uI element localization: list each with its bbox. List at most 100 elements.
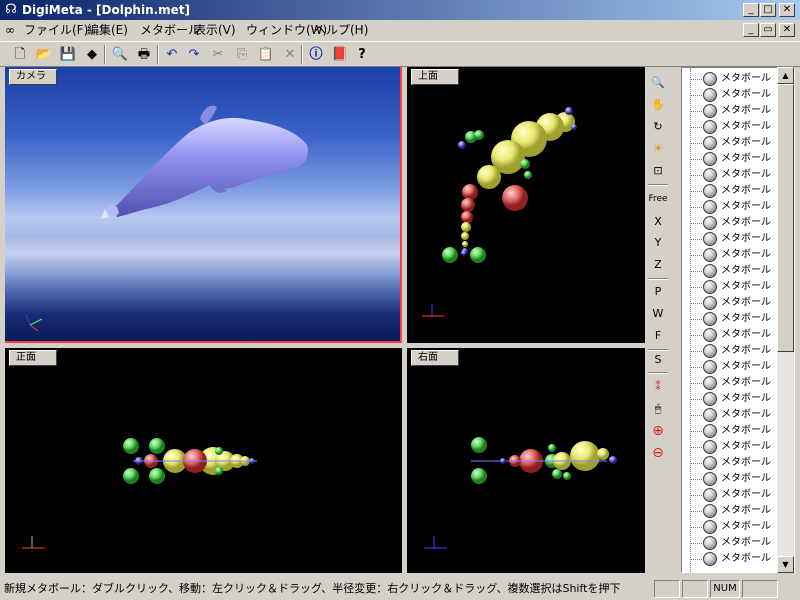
fit-view-icon[interactable]: ⊡ — [648, 161, 668, 181]
menu-view[interactable]: 表示(V) — [194, 23, 236, 38]
save-icon[interactable]: 💾 — [58, 45, 78, 64]
tree-item[interactable]: メタボール — [690, 503, 780, 519]
rotate-icon[interactable]: ↻ — [648, 117, 668, 137]
remove-icon[interactable]: ⊖ — [648, 443, 668, 463]
f-button[interactable]: F — [648, 326, 668, 346]
new-icon[interactable]: 🗋 — [10, 45, 30, 64]
redo-icon[interactable]: ↷ — [184, 45, 204, 64]
print-preview-icon[interactable]: 🔍 — [110, 45, 130, 64]
mdi-minimize-button[interactable]: _ — [743, 23, 759, 37]
top-viewport[interactable]: 上面 — [407, 67, 645, 343]
tree-item[interactable]: メタボール — [690, 279, 780, 295]
tree-item[interactable]: メタボール — [690, 535, 780, 551]
y-axis-button[interactable]: Y — [648, 233, 668, 253]
tree-item[interactable]: メタボール — [690, 135, 780, 151]
toolbar: 🗋 📂 💾 ◆ 🔍 🖶 ↶ ↷ ✂ ⎘ 📋 ✕ ⓘ 📕 ? — [0, 41, 800, 67]
menu-metaball[interactable]: メタボール — [140, 23, 200, 38]
front-viewport[interactable]: 正面 — [5, 348, 402, 573]
status-pane — [654, 580, 680, 598]
add-icon[interactable]: ⊕ — [648, 421, 668, 441]
tree-item[interactable]: メタボール — [690, 71, 780, 87]
tree-scrollbar[interactable]: ▲ ▼ — [777, 67, 794, 573]
num-lock-indicator: NUM — [710, 580, 740, 598]
tree-item[interactable]: メタボール — [690, 263, 780, 279]
metaball-icon — [703, 504, 717, 518]
document-icon[interactable]: ∞ — [5, 22, 19, 38]
metaball-icon — [703, 104, 717, 118]
tree-branch — [690, 319, 702, 320]
info-icon[interactable]: ⓘ — [306, 45, 326, 64]
light-icon[interactable]: ☀ — [648, 139, 668, 159]
tree-item[interactable]: メタボール — [690, 247, 780, 263]
tree-item[interactable]: メタボール — [690, 359, 780, 375]
tree-item[interactable]: メタボール — [690, 231, 780, 247]
tree-item[interactable]: メタボール — [690, 295, 780, 311]
metaball-chain-icon[interactable]: ⁑ — [648, 377, 668, 397]
tree-branch — [690, 191, 702, 192]
p-button[interactable]: P — [648, 282, 668, 302]
tree-branch — [690, 431, 702, 432]
right-viewport[interactable]: 右面 — [407, 348, 645, 573]
menu-edit[interactable]: 編集(E) — [87, 23, 128, 38]
tree-item[interactable]: メタボール — [690, 487, 780, 503]
maximize-button[interactable]: □ — [760, 3, 776, 17]
tree-item[interactable]: メタボール — [690, 103, 780, 119]
mdi-close-button[interactable]: ✕ — [779, 23, 795, 37]
tree-branch — [690, 463, 702, 464]
tree-item-label: メタボール — [721, 553, 771, 564]
scroll-up-button[interactable]: ▲ — [777, 67, 794, 84]
tree-item[interactable]: メタボール — [690, 407, 780, 423]
tree-branch — [690, 159, 702, 160]
minimize-button[interactable]: _ — [743, 3, 759, 17]
print-setup-icon[interactable]: ◆ — [82, 45, 102, 64]
metaball-icon — [703, 248, 717, 262]
tree-branch — [690, 143, 702, 144]
tree-item[interactable]: メタボール — [690, 551, 780, 567]
tree-item[interactable]: メタボール — [690, 439, 780, 455]
zoom-icon[interactable]: 🔍 — [648, 73, 668, 93]
tree-item[interactable]: メタボール — [690, 183, 780, 199]
mdi-restore-button[interactable]: ▭ — [760, 23, 776, 37]
tree-item[interactable]: メタボール — [690, 375, 780, 391]
copy-icon[interactable]: ⎘ — [232, 45, 252, 64]
tree-item[interactable]: メタボール — [690, 167, 780, 183]
tree-item[interactable]: メタボール — [690, 455, 780, 471]
menu-file[interactable]: ファイル(F) — [24, 23, 88, 38]
menu-help[interactable]: ヘルプ(H) — [314, 23, 368, 38]
x-axis-button[interactable]: X — [648, 212, 668, 232]
tree-item[interactable]: メタボール — [690, 87, 780, 103]
tree-item[interactable]: メタボール — [690, 151, 780, 167]
undo-icon[interactable]: ↶ — [162, 45, 182, 64]
tree-item[interactable]: メタボール — [690, 327, 780, 343]
tree-item[interactable]: メタボール — [690, 311, 780, 327]
close-button[interactable]: ✕ — [779, 3, 795, 17]
metaball-icon — [703, 168, 717, 182]
tree-item[interactable]: メタボール — [690, 423, 780, 439]
free-button[interactable]: Free — [648, 189, 668, 209]
tree-item[interactable]: メタボール — [690, 391, 780, 407]
tree-item[interactable]: メタボール — [690, 119, 780, 135]
tree-item[interactable]: メタボール — [690, 215, 780, 231]
tree-item-label: メタボール — [721, 457, 771, 468]
book-icon[interactable]: 📕 — [330, 45, 350, 64]
tree-item[interactable]: メタボール — [690, 343, 780, 359]
s-button[interactable]: S — [648, 350, 668, 370]
pan-hand-icon[interactable]: ✋ — [648, 95, 668, 115]
help-icon[interactable]: ? — [352, 45, 372, 64]
tree-branch — [690, 271, 702, 272]
tree-item[interactable]: メタボール — [690, 471, 780, 487]
paste-icon[interactable]: 📋 — [256, 45, 276, 64]
z-axis-button[interactable]: Z — [648, 255, 668, 275]
tree-item[interactable]: メタボール — [690, 199, 780, 215]
delete-icon[interactable]: ✕ — [280, 45, 300, 64]
top-metaballs — [422, 107, 577, 317]
scroll-down-button[interactable]: ▼ — [777, 556, 794, 573]
scroll-thumb[interactable] — [777, 84, 794, 352]
w-button[interactable]: W — [648, 304, 668, 324]
open-icon[interactable]: 📂 — [34, 45, 54, 64]
camera-viewport[interactable]: カメラ — [5, 67, 402, 343]
mouse-icon[interactable]: 🖱 — [648, 399, 668, 419]
tree-item[interactable]: メタボール — [690, 519, 780, 535]
cut-icon[interactable]: ✂ — [208, 45, 228, 64]
print-icon[interactable]: 🖶 — [134, 45, 154, 64]
